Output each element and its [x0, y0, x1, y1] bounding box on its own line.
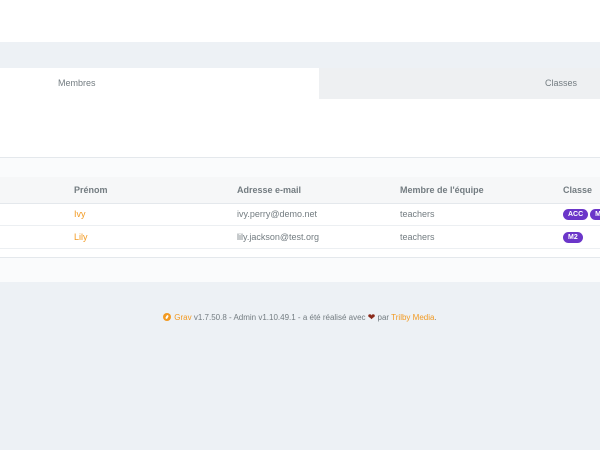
footer-end-text: . [434, 313, 437, 322]
member-classes: ACC M [563, 203, 600, 225]
top-header-bar [0, 0, 600, 42]
member-team: teachers [400, 232, 435, 242]
member-name-link[interactable]: Ivy [74, 203, 86, 225]
page-footer: Grav v1.7.50.8 - Admin v1.10.49.1 - a ét… [0, 312, 600, 323]
member-email: ivy.perry@demo.net [237, 209, 317, 219]
trilby-media-link[interactable]: Trilby Media [391, 313, 434, 322]
class-badge[interactable]: M [590, 209, 600, 221]
column-header-team[interactable]: Membre de l'équipe [400, 177, 484, 203]
grav-logo-icon [163, 313, 172, 321]
member-team: teachers [400, 209, 435, 219]
grav-link[interactable]: Grav [174, 313, 191, 322]
class-badge[interactable]: ACC [563, 209, 589, 221]
column-header-class[interactable]: Classe [563, 177, 592, 203]
footer-by-text: par [375, 313, 392, 322]
table-row: Ivy ivy.perry@demo.net teachers ACC M [0, 203, 600, 226]
member-name-link[interactable]: Lily [74, 226, 88, 248]
header-gap [0, 42, 600, 68]
member-classes: M2 [563, 226, 585, 248]
tab-bar: Membres Classes [0, 68, 600, 99]
table-toolbar [0, 157, 600, 178]
tab-classes[interactable]: Classes [319, 68, 600, 99]
tab-members[interactable]: Membres [0, 68, 319, 99]
footer-version-text: v1.7.50.8 - Admin v1.10.49.1 - a été réa… [191, 313, 368, 322]
members-panel: Prénom Adresse e-mail Membre de l'équipe… [0, 99, 600, 282]
table-header: Prénom Adresse e-mail Membre de l'équipe… [0, 177, 600, 204]
table-footer [0, 257, 600, 282]
table-row: Lily lily.jackson@test.org teachers M2 [0, 226, 600, 249]
member-email: lily.jackson@test.org [237, 232, 319, 242]
column-header-email[interactable]: Adresse e-mail [237, 177, 301, 203]
class-badge[interactable]: M2 [563, 232, 583, 244]
column-header-first-name[interactable]: Prénom [74, 177, 108, 203]
